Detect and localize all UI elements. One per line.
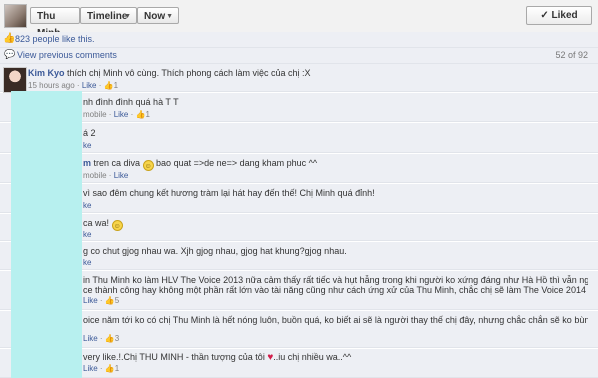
- comment-author[interactable]: m: [83, 158, 91, 168]
- like-link[interactable]: ke: [83, 141, 91, 150]
- profile-header-bar: Thu Minh Timeline ▼ Now ▼ ✓ Liked: [0, 0, 598, 39]
- comment-text: in Thu Minh ko làm HLV The Voice 2013 nữ…: [83, 275, 588, 285]
- like-link[interactable]: Like: [82, 81, 97, 90]
- comment-meta: 15 hours ago · Like · 👍1: [28, 81, 119, 90]
- comment-text: m tren ca diva ☺ bao quat =>de ne=> dang…: [83, 158, 318, 171]
- like-link[interactable]: ke: [83, 258, 91, 267]
- comment-item: vì sao đêm chung kết hương tràm lại hát …: [0, 184, 598, 213]
- comment-meta: ke: [83, 258, 91, 267]
- thumbs-up-icon: 👍: [104, 334, 115, 343]
- timeline-dropdown[interactable]: Timeline ▼: [80, 7, 137, 24]
- comment-time[interactable]: 15 hours ago: [28, 81, 75, 90]
- comment-author[interactable]: Kim Kyo: [28, 68, 65, 78]
- via-mobile: mobile: [83, 110, 107, 119]
- comment-item: nh đình đình quá hà T T mobile · Like · …: [0, 93, 598, 122]
- profile-name-button[interactable]: Thu Minh: [30, 7, 80, 39]
- check-icon: ✓: [540, 10, 549, 21]
- comment-text: á 2: [83, 128, 96, 138]
- comment-item: Kim Kyo thích chị Minh vô cùng. Thích ph…: [0, 64, 598, 92]
- thumbs-up-icon: 👍: [103, 81, 114, 90]
- comment-item: very like.!.Chị THU MINH - thần tượng củ…: [0, 349, 598, 378]
- comment-text: oice năm tới ko có chị Thu Minh là hết n…: [83, 315, 588, 325]
- comment-text: g co chut gjog nhau wa. Xjh gjog nhau, g…: [83, 246, 347, 256]
- redaction-overlay: [11, 91, 82, 378]
- comment-text: nh đình đình quá hà T T: [83, 97, 179, 107]
- comment-text: very like.!.Chị THU MINH - thần tượng củ…: [83, 352, 352, 363]
- comment-icon: 💬: [4, 49, 16, 59]
- commenter-avatar[interactable]: [3, 67, 27, 93]
- comment-item: oice năm tới ko có chị Thu Minh là hết n…: [0, 311, 598, 348]
- comment-like-count[interactable]: 3: [115, 334, 119, 343]
- profile-thumbnail[interactable]: [4, 4, 27, 28]
- timeline-label: Timeline: [87, 11, 128, 22]
- thumbs-up-icon: 👍: [135, 110, 146, 119]
- comment-item: in Thu Minh ko làm HLV The Voice 2013 nữ…: [0, 271, 598, 310]
- comment-count: 52 of 92: [555, 50, 588, 60]
- comment-meta: ke: [83, 230, 91, 239]
- comment-like-count[interactable]: 1: [114, 81, 118, 90]
- like-link[interactable]: Like: [83, 364, 98, 373]
- comment-meta: Like · 👍5: [83, 296, 120, 305]
- like-link[interactable]: Like: [83, 296, 98, 305]
- comment-meta: ke: [83, 141, 91, 150]
- thumbs-up-icon: 👍: [104, 364, 115, 373]
- comment-text-line-2: ce thành công hay không một phần rất lớn…: [83, 285, 588, 295]
- now-dropdown[interactable]: Now ▼: [137, 7, 179, 24]
- comment-meta: mobile · Like · 👍1: [83, 110, 150, 119]
- smiley-emoticon-icon: ☺: [111, 220, 123, 231]
- comment-like-count[interactable]: 5: [115, 296, 119, 305]
- comment-item: ca wa! ☺ ke: [0, 214, 598, 241]
- comment-item: m tren ca diva ☺ bao quat =>de ne=> dang…: [0, 154, 598, 183]
- comment-text: Kim Kyo thích chị Minh vô cùng. Thích ph…: [28, 68, 311, 78]
- comment-text: ca wa! ☺: [83, 218, 123, 231]
- view-previous-row: 💬 View previous comments 52 of 92: [0, 48, 598, 64]
- smiley-emoticon-icon: ☺: [142, 160, 154, 171]
- comment-meta: Like · 👍1: [83, 364, 120, 373]
- liked-label: Liked: [551, 10, 578, 21]
- like-link[interactable]: Like: [114, 110, 129, 119]
- like-link[interactable]: Like: [114, 171, 129, 180]
- comment-meta: mobile · Like: [83, 171, 129, 180]
- comment-text: vì sao đêm chung kết hương tràm lại hát …: [83, 188, 375, 198]
- thumbs-up-icon: 👍: [3, 33, 16, 44]
- comment-like-count[interactable]: 1: [145, 110, 149, 119]
- now-label: Now: [144, 11, 166, 22]
- likes-summary: 👍 823 people like this.: [0, 32, 598, 48]
- comment-item: á 2 ke: [0, 123, 598, 153]
- liked-button[interactable]: ✓ Liked: [526, 6, 592, 25]
- like-link[interactable]: ke: [83, 230, 91, 239]
- comment-item: g co chut gjog nhau wa. Xjh gjog nhau, g…: [0, 242, 598, 270]
- chevron-down-icon: ▼: [124, 13, 131, 20]
- comment-like-count[interactable]: 1: [115, 364, 119, 373]
- comment-meta: Like · 👍3: [83, 334, 120, 343]
- like-link[interactable]: ke: [83, 201, 91, 210]
- comment-meta: ke: [83, 201, 91, 210]
- view-previous-comments-link[interactable]: View previous comments: [17, 50, 117, 60]
- via-mobile: mobile: [83, 171, 107, 180]
- thumbs-up-icon: 👍: [104, 296, 115, 305]
- chevron-down-icon: ▼: [166, 13, 173, 20]
- likes-count-link[interactable]: 823 people like this.: [15, 34, 95, 44]
- like-link[interactable]: Like: [83, 334, 98, 343]
